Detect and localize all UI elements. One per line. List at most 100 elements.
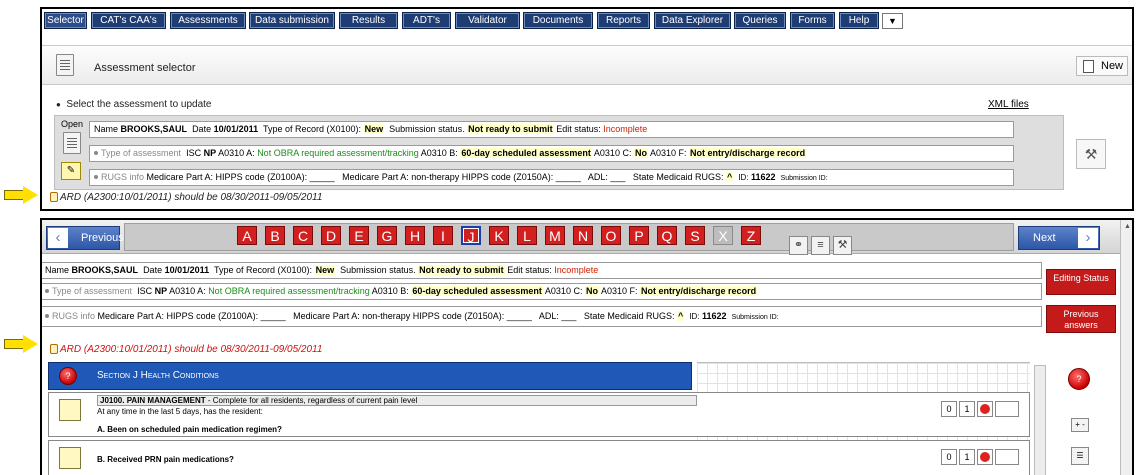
section-tab-z[interactable]: Z — [741, 226, 761, 245]
pointer-arrow-bottom — [4, 335, 38, 353]
new-button[interactable]: New — [1076, 56, 1128, 76]
ard-warning: ARD (A2300:10/01/2011) should be 08/30/2… — [50, 192, 322, 203]
a0310a-value: Not OBRA required assessment/tracking — [257, 148, 419, 158]
answer-field[interactable] — [995, 401, 1019, 417]
open-label[interactable]: Open — [61, 119, 83, 129]
menu-forms[interactable]: Forms — [790, 12, 835, 29]
answer-box-j0100a[interactable] — [59, 399, 81, 421]
section-tab-e[interactable]: E — [349, 226, 369, 245]
section-tab-d[interactable]: D — [321, 226, 341, 245]
patient-name: BROOKS,SAUL — [120, 124, 188, 134]
previous-button[interactable]: ‹ Previous — [46, 226, 124, 250]
section-tab-s[interactable]: S — [685, 226, 705, 245]
submission-status: Not ready to submit — [467, 124, 554, 134]
document-icon — [56, 54, 74, 76]
clear-answer-icon[interactable] — [977, 401, 993, 417]
menu-queries[interactable]: Queries — [734, 12, 786, 29]
section-tab-g[interactable]: G — [377, 226, 397, 245]
help-icon[interactable]: ? — [1068, 368, 1090, 390]
question-scrollbar[interactable] — [1034, 365, 1046, 475]
tools-icon[interactable]: ⚒ — [1076, 139, 1106, 169]
edit-status: Incomplete — [603, 124, 648, 134]
menu-cats-caas[interactable]: CAT's CAA's — [91, 12, 166, 29]
assessment-editor-window: ‹ Previous ABCDEGHIJKLMNOPQSXZ ⚭ ≡ ⚒ Next… — [40, 218, 1134, 475]
record-name-row: Name BROOKS,SAUL Date 10/01/2011 Type of… — [42, 262, 1042, 279]
section-tab-b[interactable]: B — [265, 226, 285, 245]
page-title: Assessment selector — [94, 62, 196, 74]
edit-icon[interactable]: ✎ — [61, 162, 81, 180]
j0100-header: J0100. PAIN MANAGEMENT - Complete for al… — [97, 395, 697, 406]
previous-answers-button[interactable]: Previous answers — [1046, 305, 1116, 333]
question-b-label: B. Received PRN pain medications? — [97, 455, 234, 464]
question-j0100b: B. Received PRN pain medications? 0 1 — [48, 440, 1030, 475]
menu-adts[interactable]: ADT's — [402, 12, 451, 29]
new-button-label: New — [1101, 60, 1124, 72]
assessment-record[interactable]: Open ✎ Name BROOKS,SAUL Date 10/01/2011 … — [54, 115, 1064, 190]
chevron-right-icon: › — [1078, 228, 1098, 248]
record-rugs-row: RUGS info Medicare Part A: HIPPS code (Z… — [42, 306, 1042, 327]
option-1[interactable]: 1 — [959, 401, 975, 417]
menu-reports[interactable]: Reports — [597, 12, 650, 29]
menu-assessments[interactable]: Assessments — [170, 12, 246, 29]
option-0[interactable]: 0 — [941, 401, 957, 417]
chevron-left-icon: ‹ — [48, 228, 68, 248]
section-tab-j[interactable]: J — [461, 226, 481, 245]
link-icon[interactable]: ⚭ — [789, 236, 808, 255]
open-document-icon[interactable] — [63, 132, 81, 154]
record-type-row: Type of assessment ISC NP A0310 A: Not O… — [89, 145, 1014, 162]
list-icon[interactable]: ≡ — [811, 236, 830, 255]
ard-warning: ARD (A2300:10/01/2011) should be 08/30/2… — [50, 344, 322, 355]
list-view-icon[interactable]: ☰ — [1071, 447, 1089, 465]
j0100-subtitle: At any time in the last 5 days, has the … — [97, 407, 263, 416]
option-0[interactable]: 0 — [941, 449, 957, 465]
section-tab-o[interactable]: O — [601, 226, 621, 245]
section-tab-a[interactable]: A — [237, 226, 257, 245]
next-button[interactable]: Next › — [1018, 226, 1100, 250]
xml-files-link[interactable]: XML files — [988, 99, 1029, 110]
section-tab-i[interactable]: I — [433, 226, 453, 245]
selector-header: Assessment selector New — [42, 45, 1132, 85]
editing-status-button[interactable]: Editing Status — [1046, 269, 1116, 295]
warning-icon — [50, 192, 58, 203]
menu-data-submission[interactable]: Data submission — [249, 12, 335, 29]
section-tab-c[interactable]: C — [293, 226, 313, 245]
assessment-selector-window: Selector CAT's CAA's Assessments Data su… — [40, 7, 1134, 211]
new-document-icon — [1083, 60, 1094, 73]
vertical-scrollbar[interactable]: ▲ — [1120, 220, 1132, 475]
section-tab-l[interactable]: L — [517, 226, 537, 245]
section-tab-p[interactable]: P — [629, 226, 649, 245]
record-rugs-row: RUGS info Medicare Part A: HIPPS code (Z… — [89, 169, 1014, 186]
option-1[interactable]: 1 — [959, 449, 975, 465]
ard-warning-text: ARD (A2300:10/01/2011) should be 08/30/2… — [60, 192, 323, 203]
section-tab-x[interactable]: X — [713, 226, 733, 245]
menu-help[interactable]: Help — [839, 12, 879, 29]
main-menu-bar: Selector CAT's CAA's Assessments Data su… — [42, 9, 1132, 31]
record-type: New — [363, 124, 385, 134]
section-tab-q[interactable]: Q — [657, 226, 677, 245]
section-tab-m[interactable]: M — [545, 226, 565, 245]
section-tab-n[interactable]: N — [573, 226, 593, 245]
section-tab-h[interactable]: H — [405, 226, 425, 245]
menu-data-explorer[interactable]: Data Explorer — [654, 12, 731, 29]
record-type-row: Type of assessment ISC NP A0310 A: Not O… — [42, 283, 1042, 300]
chevron-down-icon[interactable]: ▼ — [882, 13, 903, 29]
section-tab-k[interactable]: K — [489, 226, 509, 245]
ard-warning-text: ARD (A2300:10/01/2011) should be 08/30/2… — [60, 344, 323, 355]
select-prompt: ● Select the assessment to update — [56, 99, 212, 110]
tools-icon[interactable]: ⚒ — [833, 236, 852, 255]
help-icon[interactable]: ? — [59, 367, 77, 385]
menu-results[interactable]: Results — [339, 12, 398, 29]
section-letter-band: ABCDEGHIJKLMNOPQSXZ ⚭ ≡ ⚒ — [124, 223, 1014, 255]
menu-validator[interactable]: Validator — [455, 12, 520, 29]
select-prompt-text: Select the assessment to update — [66, 99, 212, 110]
record-name-row: Name BROOKS,SAUL Date 10/01/2011 Type of… — [89, 121, 1014, 138]
menu-selector[interactable]: Selector — [44, 12, 87, 29]
record-date: 10/01/2011 — [213, 124, 259, 134]
clear-answer-icon[interactable] — [977, 449, 993, 465]
answer-field[interactable] — [995, 449, 1019, 465]
answer-box-j0100b[interactable] — [59, 447, 81, 469]
section-header: ? Section J Health Conditions — [48, 362, 692, 390]
pointer-arrow-top — [4, 186, 38, 204]
menu-documents[interactable]: Documents — [523, 12, 593, 29]
expand-collapse-button[interactable]: + - — [1071, 418, 1089, 432]
